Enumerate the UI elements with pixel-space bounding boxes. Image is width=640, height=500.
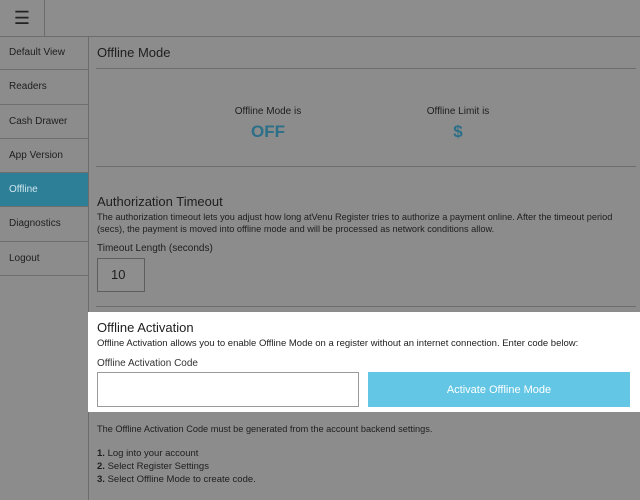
sidebar: Default View Readers Cash Drawer App Ver… (0, 36, 89, 500)
top-bar: ☰ (0, 0, 640, 37)
sidebar-item-default-view[interactable]: Default View (0, 36, 88, 71)
sidebar-item-label: Diagnostics (9, 218, 61, 230)
activation-code-input[interactable] (97, 372, 359, 407)
timeout-length-input[interactable]: 10 (97, 258, 145, 292)
hamburger-icon: ☰ (13, 7, 31, 28)
authorization-timeout-title: Authorization Timeout (97, 194, 223, 209)
offline-status-label: Offline Mode is (234, 106, 302, 117)
hamburger-menu-button[interactable]: ☰ (0, 0, 45, 36)
timeout-length-label: Timeout Length (seconds) (97, 243, 213, 254)
sidebar-item-readers[interactable]: Readers (0, 70, 88, 105)
offline-mode-title: Offline Mode (97, 45, 171, 60)
divider (96, 166, 636, 167)
offline-limit-label: Offline Limit is (426, 106, 490, 117)
offline-activation-panel: Offline Activation Offline Activation al… (88, 312, 640, 412)
sidebar-item-cash-drawer[interactable]: Cash Drawer (0, 105, 88, 139)
sidebar-item-label: Offline (9, 184, 38, 196)
sidebar-item-label: Logout (9, 252, 40, 264)
offline-status-value: OFF (251, 122, 285, 141)
divider (96, 68, 636, 69)
sidebar-item-logout[interactable]: Logout (0, 242, 88, 277)
list-item: 1. Log into your account (97, 448, 199, 459)
offline-limit-value: $ (453, 122, 463, 141)
main-content: Offline Mode Offline Mode is OFF Offline… (88, 36, 640, 500)
sidebar-item-app-version[interactable]: App Version (0, 139, 88, 174)
offline-activation-description: Offline Activation allows you to enable … (97, 338, 579, 349)
offline-activation-title: Offline Activation (97, 320, 194, 335)
sidebar-item-offline[interactable]: Offline (0, 173, 88, 208)
list-item: 3. Select Offline Mode to create code. (97, 474, 256, 485)
sidebar-item-label: Cash Drawer (9, 115, 68, 127)
sidebar-item-label: Default View (9, 47, 65, 58)
activation-code-note: The Offline Activation Code must be gene… (97, 424, 433, 434)
activation-steps: 1. Log into your account 2. Select Regis… (97, 447, 256, 486)
authorization-timeout-description: The authorization timeout lets you adjus… (97, 212, 613, 234)
sidebar-item-label: App Version (9, 149, 63, 161)
activation-code-label: Offline Activation Code (97, 358, 198, 369)
sidebar-item-diagnostics[interactable]: Diagnostics (0, 207, 88, 242)
list-item: 2. Select Register Settings (97, 461, 209, 472)
activate-offline-mode-button[interactable]: Activate Offline Mode (368, 372, 630, 407)
sidebar-item-label: Readers (9, 81, 47, 93)
divider (96, 306, 636, 307)
